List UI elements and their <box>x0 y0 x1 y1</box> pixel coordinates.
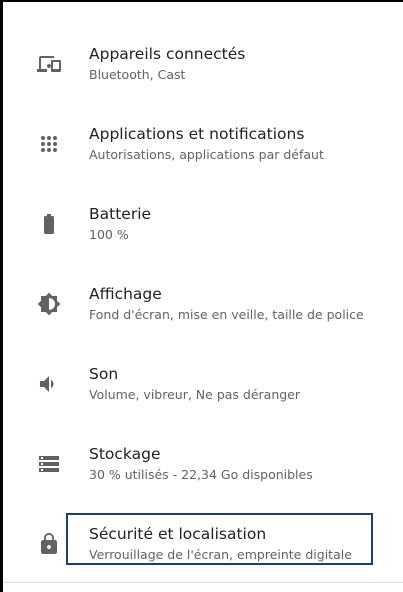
battery-icon <box>37 212 61 236</box>
settings-item-subtitle: Fond d'écran, mise en veille, taille de … <box>89 307 364 322</box>
settings-item-title: Batterie <box>89 205 152 223</box>
settings-item-title: Son <box>89 365 119 383</box>
settings-item-title: Affichage <box>89 285 162 303</box>
apps-grid-icon <box>37 132 61 156</box>
storage-icon <box>37 452 61 476</box>
brightness-icon <box>37 292 61 316</box>
focus-highlight <box>66 513 373 565</box>
settings-item-sound[interactable]: Son Volume, vibreur, Ne pas déranger <box>3 344 403 424</box>
settings-item-display[interactable]: Affichage Fond d'écran, mise en veille, … <box>3 264 403 344</box>
settings-item-subtitle: Bluetooth, Cast <box>89 67 186 82</box>
settings-item-subtitle: 30 % utilisés - 22,34 Go disponibles <box>89 467 313 482</box>
settings-item-title: Appareils connectés <box>89 45 246 63</box>
lock-icon <box>37 532 61 556</box>
settings-item-storage[interactable]: Stockage 30 % utilisés - 22,34 Go dispon… <box>3 424 403 504</box>
settings-item-subtitle: Autorisations, applications par défaut <box>89 147 324 162</box>
settings-item-title: Applications et notifications <box>89 125 305 143</box>
settings-item-title: Stockage <box>89 445 161 463</box>
list-divider <box>3 582 403 583</box>
settings-item-connected-devices[interactable]: Appareils connectés Bluetooth, Cast <box>3 24 403 104</box>
settings-item-subtitle: Volume, vibreur, Ne pas déranger <box>89 387 301 402</box>
volume-icon <box>37 372 61 396</box>
settings-item-battery[interactable]: Batterie 100 % <box>3 184 403 264</box>
settings-item-apps-notifications[interactable]: Applications et notifications Autorisati… <box>3 104 403 184</box>
settings-item-subtitle: 100 % <box>89 227 129 242</box>
connected-devices-icon <box>37 52 61 76</box>
